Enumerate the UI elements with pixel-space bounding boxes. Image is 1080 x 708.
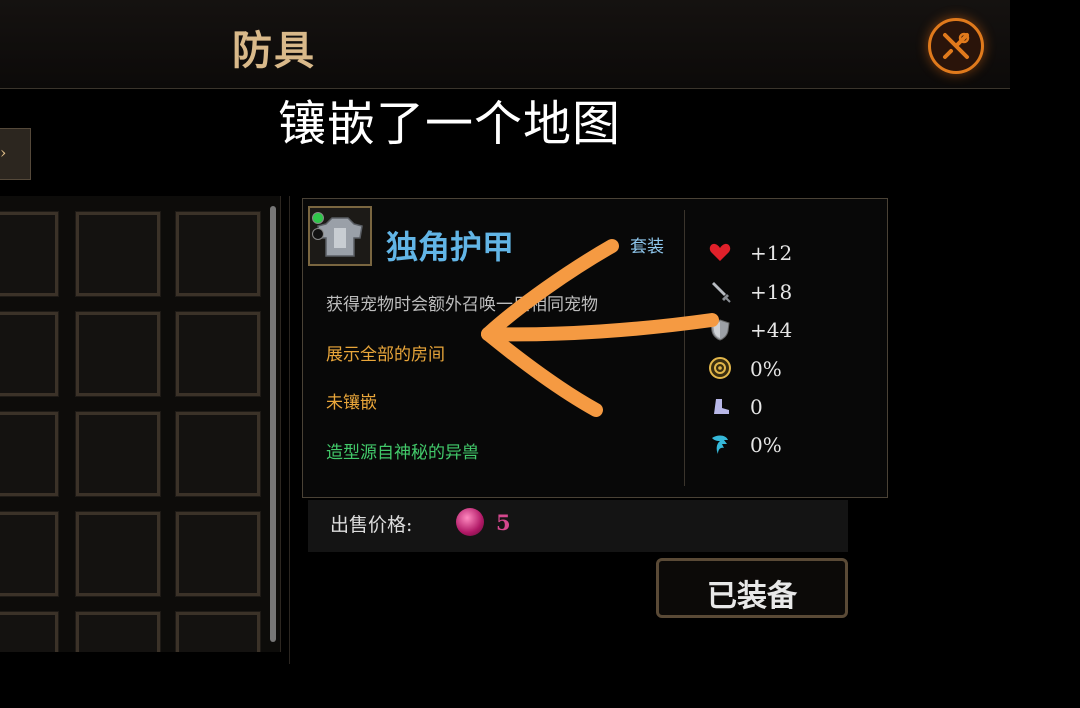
annotation-arrow bbox=[481, 239, 719, 417]
